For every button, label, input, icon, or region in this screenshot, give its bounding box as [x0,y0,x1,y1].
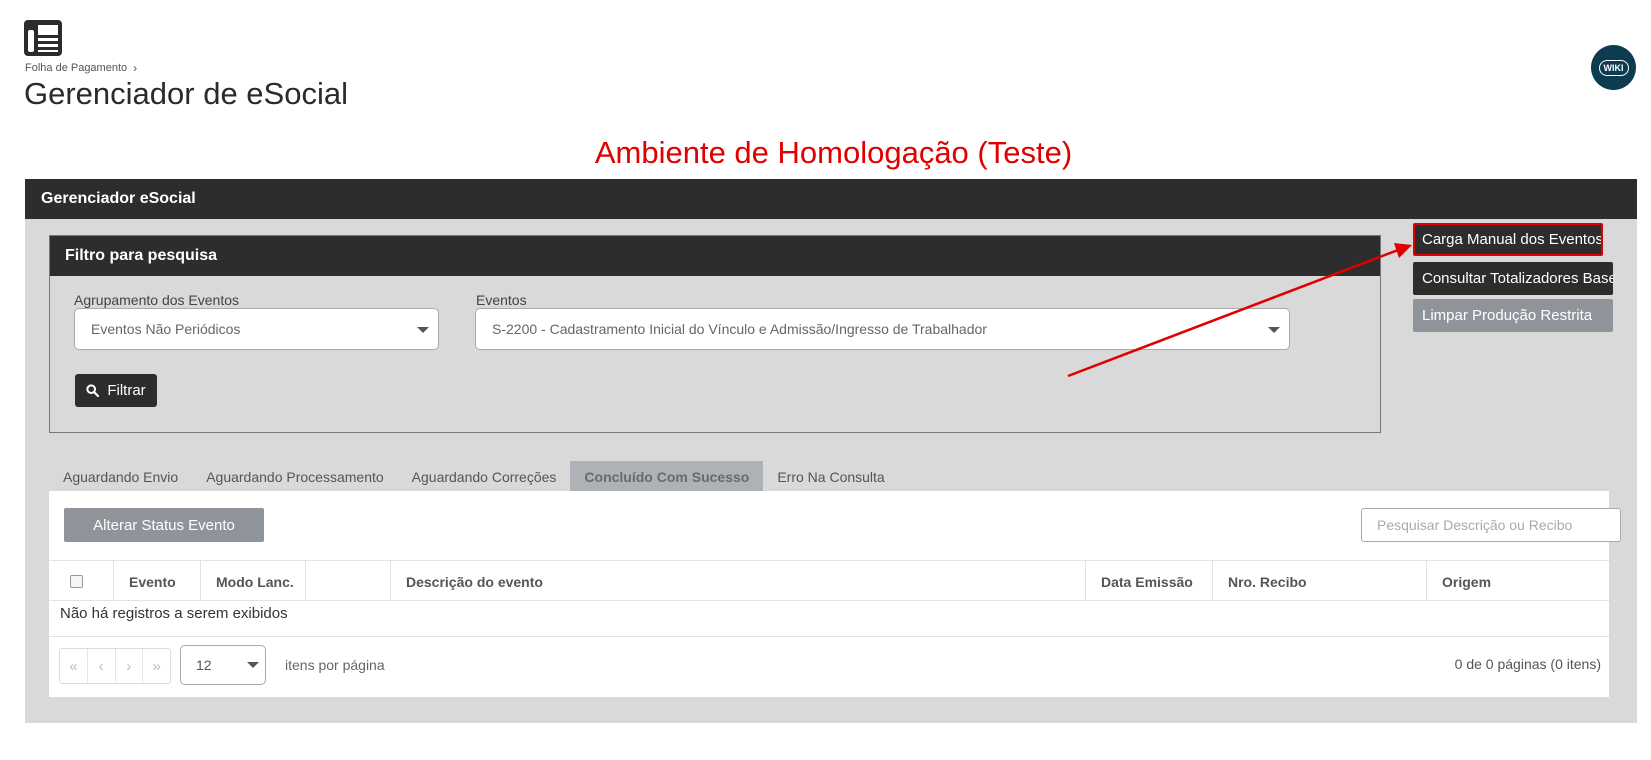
tab-concluido-sucesso[interactable]: Concluído Com Sucesso [570,461,764,491]
breadcrumb: Folha de Pagamento › [25,61,137,75]
filter-panel: Filtro para pesquisa Agrupamento dos Eve… [49,235,1381,433]
events-select[interactable]: S-2200 - Cadastramento Inicial do Víncul… [475,308,1290,350]
select-all-checkbox[interactable] [70,575,83,588]
totalizers-button[interactable]: Consultar Totalizadores Base [1413,262,1613,295]
empty-message: Não há registros a serem exibidos [60,605,288,622]
wiki-button[interactable]: WIKI [1591,45,1636,90]
page-title: Gerenciador de eSocial [24,76,348,111]
caret-down-icon [247,662,259,668]
environment-banner: Ambiente de Homologação (Teste) [594,135,1073,170]
main-panel: Gerenciador eSocial Filtro para pesquisa… [25,179,1637,723]
status-tabs: Aguardando Envio Aguardando Processament… [49,461,899,491]
app-logo-newspaper-icon [24,20,66,58]
manual-load-button[interactable]: Carga Manual dos Eventos [1413,223,1603,256]
wiki-icon: WIKI [1598,59,1629,76]
chevron-right-icon: › [133,61,138,75]
filter-button[interactable]: Filtrar [75,374,157,407]
page-size-select[interactable]: 12 [180,645,266,685]
column-header-blank[interactable] [306,561,391,600]
page-info: 0 de 0 páginas (0 itens) [1454,656,1601,672]
group-select[interactable]: Eventos Não Periódicos [74,308,439,350]
pager-bar: « ‹ › » 12 itens por página 0 de 0 págin… [49,636,1609,697]
prev-page-icon[interactable]: ‹ [88,649,116,683]
column-header-data[interactable]: Data Emissão [1086,561,1213,600]
clear-restricted-button[interactable]: Limpar Produção Restrita [1413,299,1613,332]
tab-erro-consulta[interactable]: Erro Na Consulta [763,461,898,491]
filter-panel-header: Filtro para pesquisa [50,236,1380,276]
table-header: Evento Modo Lanc. Descrição do evento Da… [49,560,1609,601]
search-icon [86,384,100,397]
tab-aguardando-processamento[interactable]: Aguardando Processamento [192,461,397,491]
pager-controls: « ‹ › » [59,648,171,684]
column-header-evento[interactable]: Evento [114,561,201,600]
column-header-recibo[interactable]: Nro. Recibo [1213,561,1427,600]
group-select-value: Eventos Não Periódicos [91,321,241,337]
tab-aguardando-envio[interactable]: Aguardando Envio [49,461,192,491]
page-size-value: 12 [196,657,212,673]
main-panel-header: Gerenciador eSocial [25,179,1637,219]
column-header-descricao[interactable]: Descrição do evento [391,561,1086,600]
column-header-modo[interactable]: Modo Lanc. [201,561,306,600]
events-label: Eventos [476,292,527,308]
breadcrumb-item-folha[interactable]: Folha de Pagamento [25,62,127,74]
events-select-value: S-2200 - Cadastramento Inicial do Víncul… [492,321,987,337]
events-grid: Alterar Status Evento Evento Modo Lanc. … [49,491,1621,697]
per-page-label: itens por página [285,657,385,673]
alter-status-button[interactable]: Alterar Status Evento [64,508,264,542]
caret-down-icon [1268,327,1280,333]
filter-button-label: Filtrar [107,382,146,399]
caret-down-icon [417,327,429,333]
group-label: Agrupamento dos Eventos [74,292,239,308]
column-header-origem[interactable]: Origem [1427,561,1609,600]
select-all-cell [49,561,114,600]
last-page-icon[interactable]: » [143,649,170,683]
search-input[interactable] [1361,508,1621,542]
first-page-icon[interactable]: « [60,649,88,683]
tab-aguardando-correcoes[interactable]: Aguardando Correções [398,461,571,491]
next-page-icon[interactable]: › [116,649,144,683]
